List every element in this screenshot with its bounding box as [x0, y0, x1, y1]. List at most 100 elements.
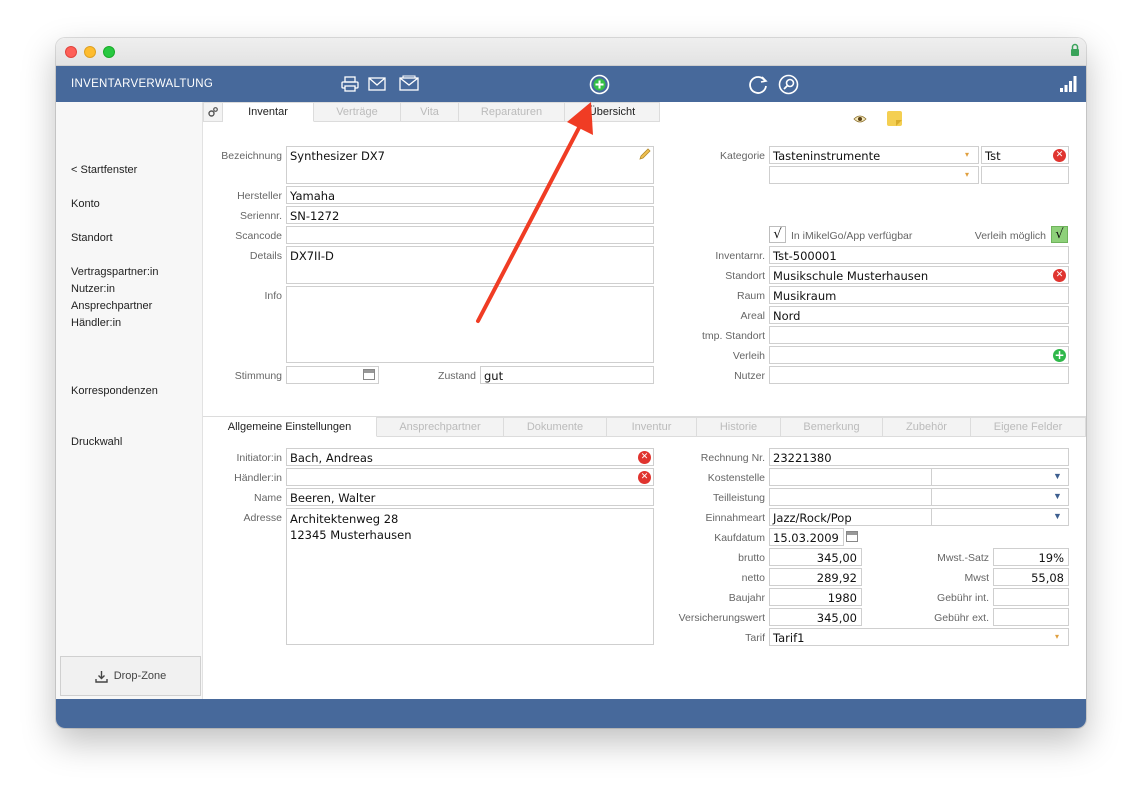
adresse-label: Adresse	[243, 512, 282, 524]
hersteller-field[interactable]: Yamaha	[286, 186, 654, 204]
sidebar-item-nutzer[interactable]: Nutzer:in	[71, 283, 115, 295]
tmp-standort-field[interactable]	[769, 326, 1069, 344]
einnahmeart-field[interactable]: Jazz/Rock/Pop	[769, 508, 932, 526]
zustand-label: Zustand	[438, 370, 476, 382]
pencil-icon[interactable]	[639, 148, 651, 160]
note-icon[interactable]	[886, 110, 903, 127]
drop-zone[interactable]: Drop-Zone	[60, 656, 201, 696]
netto-field[interactable]: 289,92	[769, 568, 862, 586]
tab-vita[interactable]: Vita	[401, 102, 459, 122]
tab-vertraege[interactable]: Verträge	[314, 102, 401, 122]
mwst-satz-field[interactable]: 19%	[993, 548, 1069, 566]
kostenstelle-label: Kostenstelle	[707, 472, 765, 484]
gebuehr-int-field[interactable]	[993, 588, 1069, 606]
scancode-field[interactable]	[286, 226, 654, 244]
inventarnr-label: Inventarnr.	[715, 250, 765, 262]
mwst-field[interactable]: 55,08	[993, 568, 1069, 586]
tab-bemerkung[interactable]: Bemerkung	[781, 417, 883, 437]
haendler-field[interactable]	[286, 468, 654, 486]
teilleistung-field[interactable]	[769, 488, 932, 506]
sidebar-item-ansprechpartner[interactable]: Ansprechpartner	[71, 300, 152, 312]
bezeichnung-field[interactable]: Synthesizer DX7	[286, 146, 654, 184]
rechnung-nr-field[interactable]: 23221380	[769, 448, 1069, 466]
sidebar-item-startfenster[interactable]: < Startfenster	[71, 164, 137, 176]
tab-dokumente[interactable]: Dokumente	[504, 417, 607, 437]
areal-field[interactable]: Nord	[769, 306, 1069, 324]
initiator-field[interactable]: Bach, Andreas	[286, 448, 654, 466]
mail-icon[interactable]	[367, 74, 387, 94]
search-icon[interactable]	[777, 73, 799, 95]
tarif-select[interactable]: Tarif1	[769, 628, 1069, 646]
brutto-field[interactable]: 345,00	[769, 548, 862, 566]
tab-uebersicht[interactable]: Übersicht	[565, 102, 660, 122]
versicherungswert-field[interactable]: 345,00	[769, 608, 862, 626]
sidebar-item-druckwahl[interactable]: Druckwahl	[71, 436, 122, 448]
add-verleih-icon[interactable]: +	[1053, 349, 1066, 362]
tab-reparaturen[interactable]: Reparaturen	[459, 102, 565, 122]
clear-standort-icon[interactable]: ✕	[1053, 269, 1066, 282]
add-icon[interactable]	[588, 73, 610, 95]
kategorie-select[interactable]: Tasteninstrumente	[769, 146, 979, 164]
sidebar-item-korrespondenzen[interactable]: Korrespondenzen	[71, 385, 158, 397]
baujahr-field[interactable]: 1980	[769, 588, 862, 606]
standort-field[interactable]: Musikschule Musterhausen	[769, 266, 1069, 284]
tab-historie[interactable]: Historie	[697, 417, 781, 437]
clear-kategorie-icon[interactable]: ✕	[1053, 149, 1066, 162]
name-field[interactable]: Beeren, Walter	[286, 488, 654, 506]
tab-allgemeine-einstellungen[interactable]: Allgemeine Einstellungen	[203, 417, 377, 437]
raum-field[interactable]: Musikraum	[769, 286, 1069, 304]
calendar-icon[interactable]	[363, 369, 375, 380]
verleih-moeglich-checkbox[interactable]: √	[1051, 226, 1068, 243]
mwst-label: Mwst	[964, 572, 990, 584]
teilleistung-label: Teilleistung	[713, 492, 765, 504]
tmp-standort-label: tmp. Standort	[701, 330, 765, 342]
haendler-label: Händler:in	[234, 472, 282, 484]
signal-icon	[1058, 74, 1078, 94]
teilleistung-select[interactable]	[931, 488, 1069, 506]
mail-open-icon[interactable]	[398, 73, 420, 93]
printer-icon[interactable]	[340, 74, 360, 94]
eye-icon[interactable]	[853, 114, 867, 124]
seriennr-field[interactable]: SN-1272	[286, 206, 654, 224]
mwst-satz-label: Mwst.-Satz	[937, 552, 989, 564]
refresh-icon[interactable]	[747, 73, 769, 95]
gebuehr-ext-field[interactable]	[993, 608, 1069, 626]
adresse-field[interactable]: Architektenweg 28 12345 Musterhausen	[286, 508, 654, 645]
tab-eigene-felder[interactable]: Eigene Felder	[971, 417, 1086, 437]
nutzer-field[interactable]	[769, 366, 1069, 384]
calendar-icon[interactable]	[846, 531, 858, 542]
kostenstelle-field[interactable]	[769, 468, 932, 486]
clear-initiator-icon[interactable]: ✕	[638, 451, 651, 464]
seriennr-label: Seriennr.	[239, 210, 282, 222]
info-field[interactable]	[286, 286, 654, 363]
main-tabs: Inventar Verträge Vita Reparaturen Übers…	[203, 102, 660, 122]
einnahmeart-select[interactable]	[931, 508, 1069, 526]
app-available-checkbox[interactable]: √	[769, 226, 786, 243]
tab-ansprechpartner[interactable]: Ansprechpartner	[377, 417, 504, 437]
sidebar-item-standort[interactable]: Standort	[71, 232, 113, 244]
sidebar-item-haendler[interactable]: Händler:in	[71, 317, 121, 329]
clear-haendler-icon[interactable]: ✕	[638, 471, 651, 484]
tab-inventar[interactable]: Inventar	[223, 102, 314, 122]
hersteller-label: Hersteller	[237, 190, 282, 202]
subkategorie-code-field[interactable]	[981, 166, 1069, 184]
tab-inventur[interactable]: Inventur	[607, 417, 697, 437]
download-icon	[95, 670, 108, 683]
verleih-field[interactable]	[769, 346, 1069, 364]
sidebar-item-vertragspartner[interactable]: Vertragspartner:in	[71, 266, 158, 278]
kaufdatum-field[interactable]: 15.03.2009	[769, 528, 844, 546]
zustand-field[interactable]: gut	[480, 366, 654, 384]
tab-zubehoer[interactable]: Zubehör	[883, 417, 971, 437]
zoom-window-button[interactable]	[103, 46, 115, 58]
minimize-window-button[interactable]	[84, 46, 96, 58]
subkategorie-select[interactable]	[769, 166, 979, 184]
sidebar: < Startfenster Konto Standort Vertragspa…	[56, 102, 203, 699]
close-window-button[interactable]	[65, 46, 77, 58]
details-field[interactable]: DX7II-D	[286, 246, 654, 284]
kostenstelle-select[interactable]	[931, 468, 1069, 486]
settings-tab[interactable]	[203, 102, 223, 122]
sidebar-item-konto[interactable]: Konto	[71, 198, 100, 210]
scancode-label: Scancode	[235, 230, 282, 242]
inventarnr-field[interactable]: Tst-500001	[769, 246, 1069, 264]
app-title: INVENTARVERWALTUNG	[71, 78, 214, 90]
